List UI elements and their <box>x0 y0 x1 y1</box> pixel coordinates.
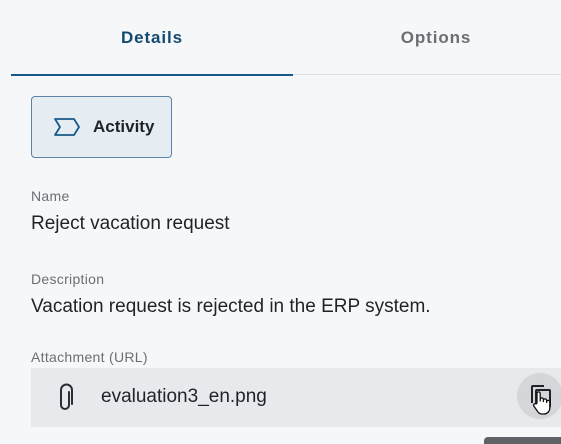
tab-details[interactable]: Details <box>11 0 293 76</box>
name-label: Name <box>31 188 70 204</box>
copy-url-button[interactable] <box>517 373 561 419</box>
activity-shape-icon <box>54 118 80 136</box>
attachment-file-name[interactable]: evaluation3_en.png <box>101 386 267 408</box>
tab-options[interactable]: Options <box>293 0 561 75</box>
paperclip-icon <box>60 383 73 410</box>
element-type-chip: Activity <box>31 96 172 158</box>
details-panel: Details Options Activity Name Reject vac… <box>0 0 561 444</box>
attachment-field[interactable]: evaluation3_en.png <box>31 368 561 427</box>
description-value: Vacation request is rejected in the ERP … <box>31 296 431 317</box>
tab-bar: Details Options <box>11 0 561 76</box>
description-label: Description <box>31 271 105 287</box>
attachment-label: Attachment (URL) <box>31 349 148 365</box>
tooltip <box>484 437 561 444</box>
name-value: Reject vacation request <box>31 213 230 234</box>
element-type-label: Activity <box>93 117 155 136</box>
hand-cursor-icon <box>532 391 551 415</box>
